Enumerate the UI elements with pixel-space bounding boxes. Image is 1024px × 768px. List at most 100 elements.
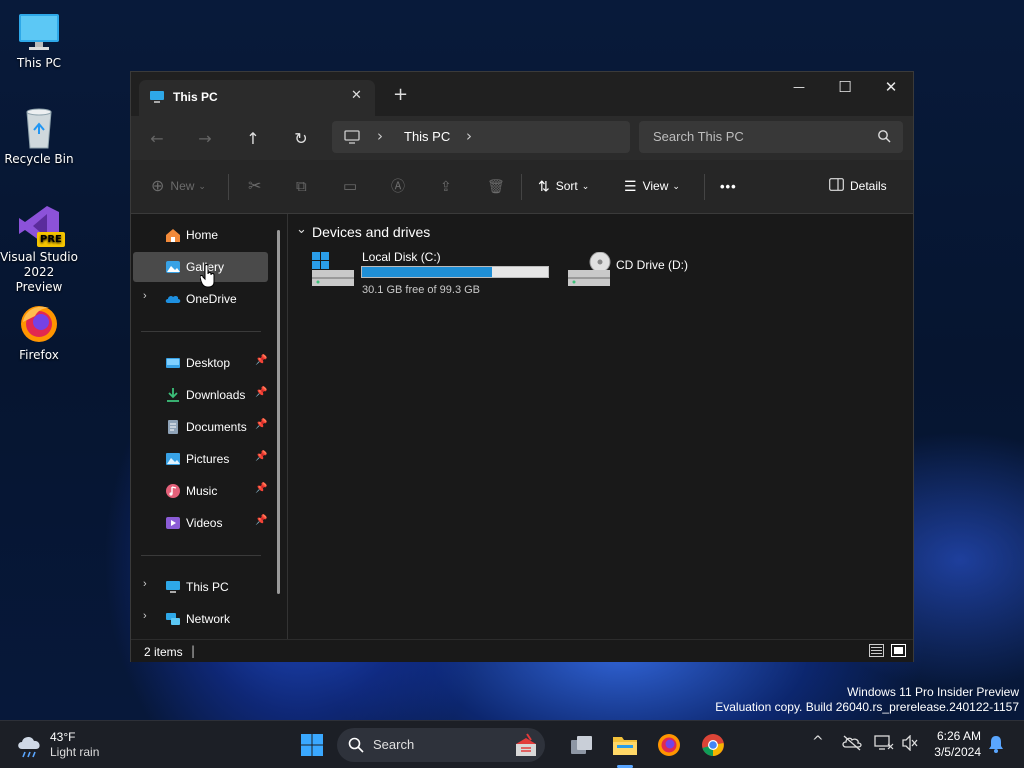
sidebar-item-videos[interactable]: Videos 📌: [133, 508, 268, 538]
task-view-icon: [571, 736, 592, 754]
sidebar-item-label: Videos: [186, 516, 223, 530]
task-view-button[interactable]: [565, 729, 597, 761]
copy-icon[interactable]: ⧉: [296, 173, 307, 199]
rename-icon[interactable]: Ⓐ: [391, 173, 405, 199]
rain-cloud-icon: [16, 733, 44, 762]
tab-title: This PC: [173, 90, 218, 104]
section-title[interactable]: Devices and drives: [312, 224, 430, 240]
recycle-bin-icon: [17, 106, 61, 150]
status-bar: 2 items |: [131, 639, 913, 662]
taskbar-search-box[interactable]: Search: [337, 728, 545, 762]
pin-icon[interactable]: 📌: [255, 515, 267, 526]
file-explorer-icon: [613, 737, 637, 755]
status-separator: |: [191, 644, 196, 658]
documents-folder-icon: [165, 419, 181, 435]
pin-icon[interactable]: 📌: [255, 451, 267, 462]
sort-button[interactable]: ⇅ Sort ⌄: [538, 173, 589, 199]
search-input[interactable]: Search This PC: [653, 129, 744, 144]
sidebar-item-documents[interactable]: Documents 📌: [133, 412, 268, 442]
weather-widget[interactable]: 43°F Light rain: [14, 729, 114, 763]
sort-label: Sort: [555, 179, 578, 193]
clock-time: 6:26 AM: [936, 729, 981, 743]
paste-icon[interactable]: ▭: [343, 173, 357, 199]
large-icons-view-icon[interactable]: [891, 644, 906, 660]
search-box[interactable]: Search This PC: [639, 121, 903, 153]
navigation-bar: ← → ↑ ↻ › This PC › Search This PC: [131, 116, 913, 160]
sidebar-item-this-pc[interactable]: › This PC: [133, 572, 268, 602]
search-icon: [348, 737, 364, 756]
sidebar-item-desktop[interactable]: Desktop 📌: [133, 348, 268, 378]
chevron-down-icon: ⌄: [198, 180, 206, 191]
gallery-icon: [165, 259, 181, 275]
start-button[interactable]: [296, 729, 328, 761]
divider: [141, 555, 261, 556]
view-button[interactable]: ☰ View ⌄: [624, 173, 680, 199]
tray-overflow-chevron[interactable]: ^: [812, 734, 824, 750]
hand-cursor-icon: [199, 264, 216, 291]
breadcrumb-separator[interactable]: ›: [466, 127, 472, 145]
up-button[interactable]: ↑: [237, 122, 269, 154]
onedrive-offline-icon[interactable]: [842, 735, 862, 754]
sidebar-item-home[interactable]: Home: [133, 220, 268, 250]
tab-this-pc[interactable]: This PC ✕: [139, 80, 375, 116]
desktop-icon-recycle-bin[interactable]: Recycle Bin: [0, 106, 78, 167]
pin-icon[interactable]: 📌: [255, 419, 267, 430]
divider: [141, 331, 261, 332]
pin-icon[interactable]: 📌: [255, 387, 267, 398]
breadcrumb-item-this-pc[interactable]: This PC: [404, 129, 450, 144]
pin-icon[interactable]: 📌: [255, 355, 267, 366]
chevron-down-icon: ⌄: [672, 180, 680, 191]
forward-button[interactable]: →: [189, 122, 221, 154]
close-button[interactable]: ✕: [868, 72, 914, 102]
sort-icon: ⇅: [538, 177, 550, 194]
network-tray-icon[interactable]: [874, 735, 894, 754]
taskbar-chrome[interactable]: [697, 729, 729, 761]
minimize-button[interactable]: —: [776, 72, 822, 102]
close-tab-icon[interactable]: ✕: [351, 88, 362, 103]
address-bar[interactable]: › This PC ›: [332, 121, 630, 153]
taskbar-firefox[interactable]: [653, 729, 685, 761]
chevron-down-icon[interactable]: ⌄: [296, 222, 307, 237]
clock[interactable]: 6:26 AM 3/5/2024: [933, 728, 981, 760]
desktop-icon-firefox[interactable]: Firefox: [0, 302, 78, 363]
breadcrumb-separator[interactable]: ›: [377, 127, 383, 145]
new-tab-button[interactable]: +: [393, 84, 408, 105]
refresh-button[interactable]: ↻: [285, 122, 317, 154]
monitor-outline-icon: [344, 129, 360, 148]
drive-name: Local Disk (C:): [362, 250, 441, 264]
volume-muted-icon[interactable]: [901, 734, 919, 754]
sidebar-item-downloads[interactable]: Downloads 📌: [133, 380, 268, 410]
downloads-folder-icon: [165, 387, 181, 403]
drive-item-d[interactable]: CD Drive (D:): [562, 248, 712, 296]
details-button[interactable]: Details: [829, 173, 887, 199]
divider: [521, 174, 522, 200]
notification-bell-icon[interactable]: [988, 735, 1004, 756]
windows-logo-icon: [301, 734, 323, 756]
sidebar-item-network[interactable]: › Network: [133, 604, 268, 634]
cut-icon[interactable]: ✂: [248, 173, 261, 199]
chevron-right-icon[interactable]: ›: [143, 578, 147, 590]
share-icon[interactable]: ⇪: [440, 173, 452, 199]
sidebar-item-label: Pictures: [186, 452, 230, 466]
maximize-button[interactable]: ☐: [822, 72, 868, 102]
taskbar-file-explorer[interactable]: [609, 729, 641, 761]
more-options-button[interactable]: •••: [720, 173, 737, 199]
desktop-icon-this-pc[interactable]: This PC: [0, 10, 78, 71]
pin-icon[interactable]: 📌: [255, 483, 267, 494]
chevron-right-icon[interactable]: ›: [143, 290, 147, 302]
view-list-icon: ☰: [624, 177, 637, 194]
desktop-icon-visual-studio[interactable]: PRE Visual Studio 2022 Preview: [0, 204, 78, 295]
desktop-icon-label: Firefox: [19, 348, 59, 362]
chevron-right-icon[interactable]: ›: [143, 610, 147, 622]
command-bar: ⊕ New ⌄ ✂ ⧉ ▭ Ⓐ ⇪ 🗑 ⇅ Sort ⌄ ☰ View ⌄ ••…: [131, 160, 913, 214]
new-button[interactable]: ⊕ New ⌄: [151, 173, 206, 199]
sidebar-item-music[interactable]: Music 📌: [133, 476, 268, 506]
drive-item-c[interactable]: Local Disk (C:) 30.1 GB free of 99.3 GB: [306, 248, 556, 296]
search-icon[interactable]: [877, 129, 891, 146]
sidebar-item-pictures[interactable]: Pictures 📌: [133, 444, 268, 474]
back-button[interactable]: ←: [141, 122, 173, 154]
details-view-icon[interactable]: [869, 644, 884, 660]
sidebar-scrollbar[interactable]: [277, 230, 280, 594]
delete-icon[interactable]: 🗑: [487, 173, 505, 199]
firefox-icon: [17, 302, 61, 346]
